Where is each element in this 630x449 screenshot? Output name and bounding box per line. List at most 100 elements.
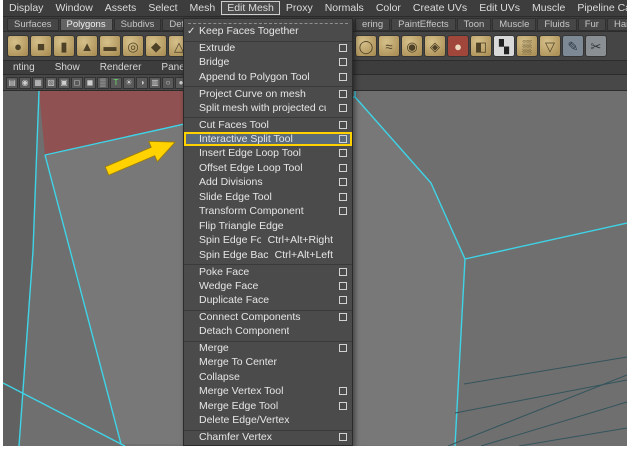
- polygon-prism-icon[interactable]: ◆: [145, 35, 167, 57]
- menu-item-cut-faces-tool[interactable]: ✓ Cut Faces Tool: [184, 117, 352, 132]
- panel-menu-show[interactable]: Show: [45, 62, 90, 73]
- shelf-tab-polygons[interactable]: Polygons: [59, 18, 113, 31]
- option-box-icon[interactable]: [339, 401, 347, 410]
- panel-menu-renderer[interactable]: Renderer: [90, 62, 152, 73]
- polygon-sphere-icon[interactable]: ●: [7, 35, 29, 57]
- menu-display[interactable]: Display: [3, 1, 49, 15]
- menu-create-uvs[interactable]: Create UVs: [407, 1, 473, 15]
- shaded-icon[interactable]: ◼: [84, 76, 96, 89]
- shelf-tab-hair[interactable]: Hair: [606, 18, 627, 31]
- polygon-helix-icon[interactable]: ≈: [378, 35, 400, 57]
- menu-item-delete-edge-vertex[interactable]: ✓ Delete Edge/Vertex: [184, 413, 352, 428]
- menu-item-offset-edge-loop-tool[interactable]: ✓ Offset Edge Loop Tool: [184, 161, 352, 176]
- option-box-icon[interactable]: [339, 433, 347, 442]
- option-box-icon[interactable]: [339, 72, 347, 81]
- menu-item-insert-edge-loop-tool[interactable]: ✓ Insert Edge Loop Tool: [184, 146, 352, 161]
- option-box-icon[interactable]: [339, 192, 347, 201]
- option-box-icon[interactable]: [339, 344, 347, 353]
- menu-proxy[interactable]: Proxy: [280, 1, 319, 15]
- option-box-icon[interactable]: [339, 387, 347, 396]
- menu-item-split-mesh-with-projected-curve[interactable]: ✓ Split mesh with projected curve: [184, 101, 352, 116]
- isolate-select-icon[interactable]: ○: [162, 76, 174, 89]
- shelf-tab-muscle[interactable]: Muscle: [492, 18, 537, 31]
- menu-window[interactable]: Window: [49, 1, 98, 15]
- shelf-tab-fluids[interactable]: Fluids: [537, 18, 577, 31]
- option-box-icon[interactable]: [339, 89, 347, 98]
- menu-item-slide-edge-tool[interactable]: ✓ Slide Edge Tool: [184, 190, 352, 205]
- wireframe-icon[interactable]: ◻: [71, 76, 83, 89]
- option-box-icon[interactable]: [339, 149, 347, 158]
- menu-item-bridge[interactable]: ✓ Bridge: [184, 55, 352, 70]
- shelf-tab-surfaces[interactable]: Surfaces: [7, 18, 59, 31]
- split-tool-icon[interactable]: ✂: [585, 35, 607, 57]
- menu-item-detach-component[interactable]: ✓ Detach Component: [184, 324, 352, 339]
- menu-item-flip-triangle-edge[interactable]: ✓ Flip Triangle Edge: [184, 219, 352, 234]
- menu-item-spin-edge-backward[interactable]: ✓ Spin Edge Backward Ctrl+Alt+Left: [184, 248, 352, 263]
- option-box-icon[interactable]: [339, 103, 347, 112]
- menu-pipeline-cache[interactable]: Pipeline Cache: [571, 1, 627, 15]
- menu-item-keep-faces-together[interactable]: ✓ Keep Faces Together: [184, 24, 352, 39]
- shelf-tab-ering[interactable]: ering: [355, 18, 391, 31]
- reduce-mesh-icon[interactable]: ▽: [539, 35, 561, 57]
- polygon-soccerball-icon[interactable]: ◉: [401, 35, 423, 57]
- shadows-icon[interactable]: ◑: [136, 76, 148, 89]
- shelf-tab-toon[interactable]: Toon: [456, 18, 492, 31]
- menu-normals[interactable]: Normals: [319, 1, 370, 15]
- paint-transfer-icon[interactable]: ✎: [562, 35, 584, 57]
- menu-item-merge[interactable]: ✓ Merge: [184, 340, 352, 356]
- option-box-icon[interactable]: [339, 58, 347, 67]
- menu-mesh[interactable]: Mesh: [184, 1, 222, 15]
- option-box-icon[interactable]: [339, 178, 347, 187]
- option-box-icon[interactable]: [339, 44, 347, 53]
- polygon-cone-icon[interactable]: ▲: [76, 35, 98, 57]
- menu-item-merge-to-center[interactable]: ✓ Merge To Center: [184, 355, 352, 370]
- menu-item-merge-edge-tool[interactable]: ✓ Merge Edge Tool: [184, 399, 352, 414]
- shelf-tab-fur[interactable]: Fur: [577, 18, 606, 31]
- menu-item-chamfer-vertex[interactable]: ✓ Chamfer Vertex: [184, 429, 352, 445]
- option-box-icon[interactable]: [339, 281, 347, 290]
- textured-shaded-icon[interactable]: ▒: [97, 76, 109, 89]
- menu-item-spin-edge-forward[interactable]: ✓ Spin Edge Forward Ctrl+Alt+Right: [184, 233, 352, 248]
- polygon-platonic-icon[interactable]: ◈: [424, 35, 446, 57]
- checker-sphere-icon[interactable]: ▚: [493, 35, 515, 57]
- polygon-torus-icon[interactable]: ◎: [122, 35, 144, 57]
- bookmarks-icon[interactable]: ▧: [45, 76, 57, 89]
- menu-item-transform-component[interactable]: ✓ Transform Component: [184, 204, 352, 219]
- menu-color[interactable]: Color: [370, 1, 407, 15]
- menu-assets[interactable]: Assets: [99, 1, 143, 15]
- polygon-cylinder-icon[interactable]: ▮: [53, 35, 75, 57]
- option-box-icon[interactable]: [339, 134, 347, 143]
- option-box-icon[interactable]: [339, 313, 347, 322]
- option-box-icon[interactable]: [339, 163, 347, 172]
- texture-icon[interactable]: T: [110, 76, 122, 89]
- menu-item-extrude[interactable]: ✓ Extrude: [184, 40, 352, 56]
- lights-icon[interactable]: ☀: [123, 76, 135, 89]
- smooth-mesh-icon[interactable]: ▒: [516, 35, 538, 57]
- menu-item-collapse[interactable]: ✓ Collapse: [184, 370, 352, 385]
- polygon-cube-icon[interactable]: ■: [30, 35, 52, 57]
- menu-item-append-to-polygon-tool[interactable]: ✓ Append to Polygon Tool: [184, 70, 352, 85]
- option-box-icon[interactable]: [339, 120, 347, 129]
- menu-item-interactive-split-tool[interactable]: ✓ Interactive Split Tool: [184, 131, 352, 146]
- menu-item-duplicate-face[interactable]: ✓ Duplicate Face: [184, 293, 352, 308]
- menu-item-connect-components[interactable]: ✓ Connect Components: [184, 309, 352, 325]
- mirror-geometry-icon[interactable]: ◧: [470, 35, 492, 57]
- menu-edit-mesh[interactable]: Edit Mesh: [221, 1, 280, 15]
- option-box-icon[interactable]: [339, 296, 347, 305]
- image-plane-icon[interactable]: ▣: [58, 76, 70, 89]
- menu-select[interactable]: Select: [142, 1, 183, 15]
- menu-item-wedge-face[interactable]: ✓ Wedge Face: [184, 279, 352, 294]
- lock-camera-icon[interactable]: ◉: [19, 76, 31, 89]
- menu-item-merge-vertex-tool[interactable]: ✓ Merge Vertex Tool: [184, 384, 352, 399]
- select-camera-icon[interactable]: ▤: [6, 76, 18, 89]
- shelf-tab-subdivs[interactable]: Subdivs: [113, 18, 162, 31]
- menu-edit-uvs[interactable]: Edit UVs: [473, 1, 526, 15]
- menu-item-poke-face[interactable]: ✓ Poke Face: [184, 264, 352, 279]
- menu-item-add-divisions[interactable]: ✓ Add Divisions: [184, 175, 352, 190]
- resolution-gate-icon[interactable]: ▥: [149, 76, 161, 89]
- panel-menu-nting[interactable]: nting: [3, 62, 45, 73]
- menu-item-project-curve-on-mesh[interactable]: ✓ Project Curve on mesh: [184, 86, 352, 101]
- option-box-icon[interactable]: [339, 267, 347, 276]
- polygon-pipe-icon[interactable]: ◯: [355, 35, 377, 57]
- shelf-tab-painteffects[interactable]: PaintEffects: [391, 18, 456, 31]
